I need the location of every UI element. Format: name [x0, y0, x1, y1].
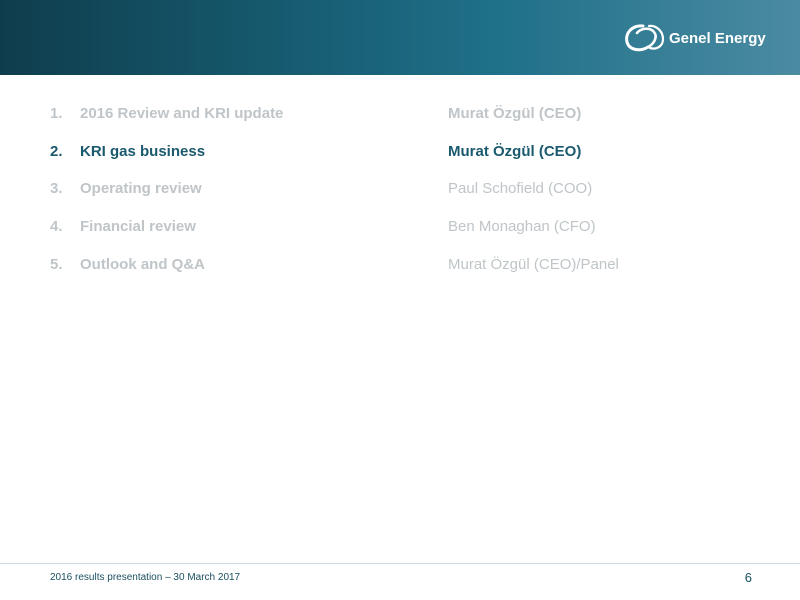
agenda-topic: KRI gas business: [80, 143, 206, 160]
agenda-number: 2.: [50, 143, 63, 160]
agenda-topic: Financial review: [80, 218, 196, 235]
agenda-presenter: Ben Monaghan (CFO): [448, 218, 596, 235]
agenda-item-3: 3. Operating review Paul Schofield (COO): [0, 177, 800, 201]
footer-divider: [0, 563, 800, 564]
agenda-number: 3.: [50, 180, 63, 197]
page-number: 6: [744, 570, 752, 585]
agenda-topic: Outlook and Q&A: [80, 256, 205, 273]
agenda-number: 1.: [50, 105, 63, 122]
agenda-item-4: 4. Financial review Ben Monaghan (CFO): [0, 215, 800, 239]
agenda-item-2: 2. KRI gas business Murat Özgül (CEO): [0, 140, 800, 164]
footer-caption: 2016 results presentation – 30 March 201…: [50, 572, 241, 583]
agenda-item-1: 1. 2016 Review and KRI update Murat Özgü…: [0, 102, 800, 126]
agenda-number: 5.: [50, 256, 63, 273]
agenda-presenter: Murat Özgül (CEO): [448, 143, 582, 160]
agenda-presenter: Paul Schofield (COO): [448, 180, 593, 197]
agenda-item-5: 5. Outlook and Q&A Murat Özgül (CEO)/Pan…: [0, 253, 800, 277]
header-band: Genel Energy: [0, 0, 800, 75]
agenda-presenter: Murat Özgül (CEO): [448, 105, 582, 122]
agenda-number: 4.: [50, 218, 63, 235]
brand-name: Genel Energy: [669, 29, 766, 47]
genel-swirl-logo-icon: [625, 24, 665, 52]
company-logo: Genel Energy: [623, 20, 766, 56]
agenda-topic: Operating review: [80, 180, 202, 197]
agenda-topic: 2016 Review and KRI update: [80, 105, 284, 122]
agenda-presenter: Murat Özgül (CEO)/Panel: [448, 256, 619, 273]
